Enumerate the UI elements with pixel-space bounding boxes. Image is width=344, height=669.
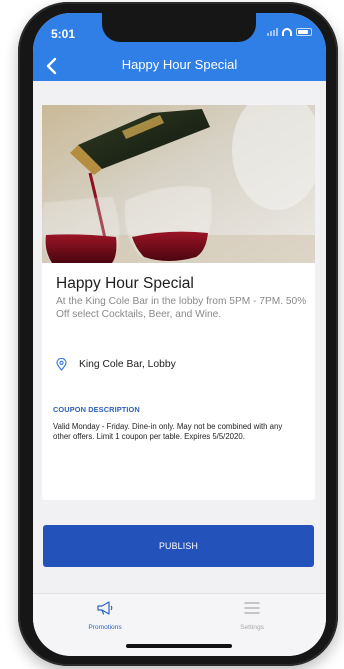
location-text: King Cole Bar, Lobby [79, 359, 176, 370]
publish-button[interactable]: PUBLISH [43, 525, 314, 567]
card-description: At the King Cole Bar in the lobby from 5… [56, 296, 307, 320]
promotion-card: Happy Hour Special At the King Cole Bar … [42, 105, 315, 500]
menu-icon [244, 602, 260, 614]
screenshot-stage: 5:01 Happy Hour Special Happy Hour Speci… [0, 0, 344, 669]
phone-notch [102, 13, 256, 42]
location-pin-icon [56, 358, 67, 371]
tab-promotions[interactable]: Promotions [60, 600, 150, 640]
page-title: Happy Hour Special [121, 57, 238, 72]
card-title: Happy Hour Special [56, 275, 194, 292]
coupon-description: Valid Monday - Friday. Dine-in only. May… [53, 422, 283, 441]
tab-settings-label: Settings [240, 624, 264, 631]
megaphone-icon [97, 601, 113, 615]
coupon-heading: COUPON DESCRIPTION [53, 405, 140, 414]
tab-promotions-label: Promotions [88, 624, 122, 631]
status-icons [267, 28, 312, 36]
battery-icon [296, 28, 312, 36]
app-screen: 5:01 Happy Hour Special Happy Hour Speci… [33, 13, 326, 656]
wifi-icon [282, 28, 292, 36]
status-time: 5:01 [51, 27, 76, 41]
signal-icon [267, 28, 278, 36]
home-indicator [126, 644, 232, 648]
tab-settings[interactable]: Settings [207, 600, 297, 640]
wine-pouring-image [42, 105, 315, 263]
